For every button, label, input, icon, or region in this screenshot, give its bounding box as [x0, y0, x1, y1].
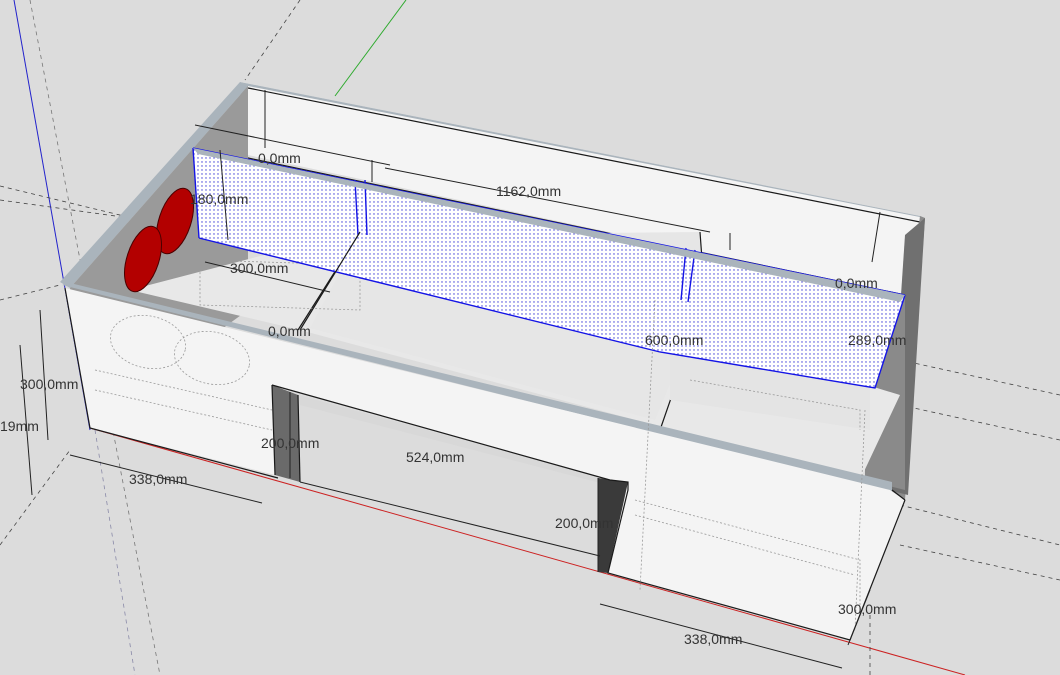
dim-180[interactable]: 180,0mm [190, 191, 248, 207]
dim-300-left[interactable]: 300,0mm [20, 376, 78, 392]
dim-200-left[interactable]: 200,0mm [261, 435, 319, 451]
dim-300-right[interactable]: 300,0mm [838, 601, 896, 617]
dim-200-right[interactable]: 200,0mm [555, 515, 613, 531]
dim-partial-mid[interactable]: 0,0mm [268, 323, 311, 339]
dim-600[interactable]: 600,0mm [645, 332, 703, 348]
dim-524[interactable]: 524,0mm [406, 449, 464, 465]
model-viewport[interactable]: 0,0mm 180,0mm 1162,0mm 300,0mm 0,0mm 0,0… [0, 0, 1060, 675]
dim-19[interactable]: 19mm [0, 418, 39, 434]
dim-300-top[interactable]: 300,0mm [230, 260, 288, 276]
dim-338-right[interactable]: 338,0mm [684, 631, 742, 647]
dim-partial-right[interactable]: 0,0mm [835, 275, 878, 291]
dim-338-left[interactable]: 338,0mm [129, 471, 187, 487]
green-axis-line [334, 0, 407, 97]
dim-289[interactable]: 289,0mm [848, 332, 906, 348]
dim-partial-top[interactable]: 0,0mm [258, 150, 301, 166]
dim-1162[interactable]: 1162,0mm [496, 183, 561, 199]
